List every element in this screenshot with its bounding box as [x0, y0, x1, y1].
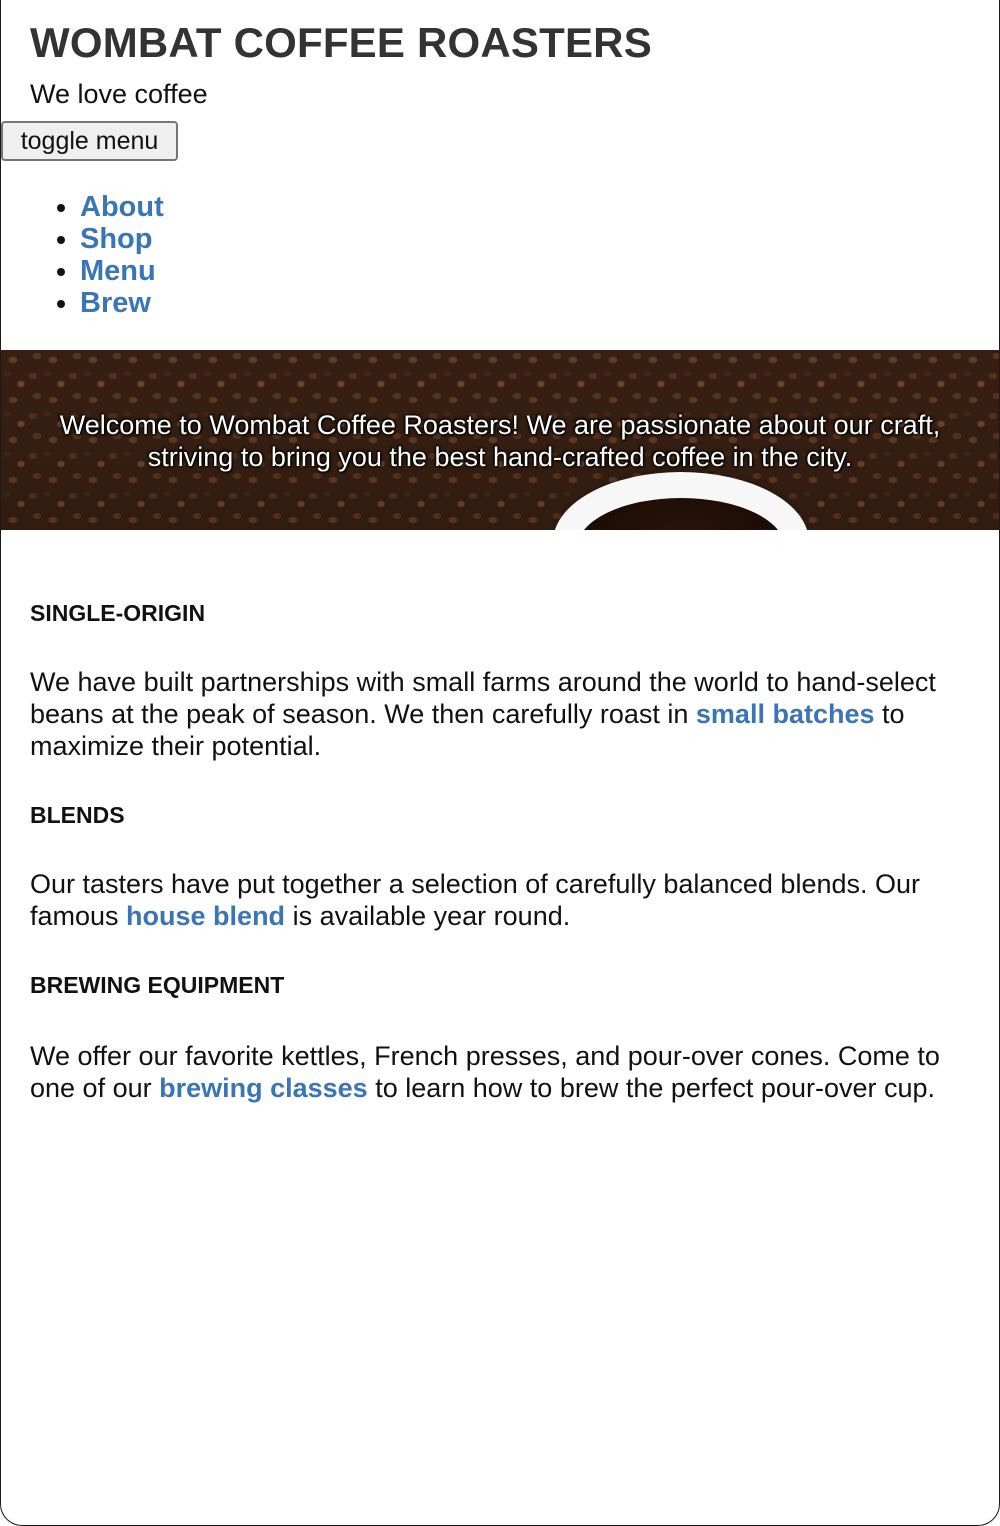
heading-single-origin: SINGLE-ORIGIN — [30, 600, 206, 626]
nav-item-menu: Menu — [80, 255, 164, 287]
main-nav: About Shop Menu Brew — [80, 191, 164, 319]
paragraph-text: to learn how to brew the perfect pour-ov… — [367, 1073, 936, 1103]
hero-welcome-text: Welcome to Wombat Coffee Roasters! We ar… — [59, 410, 941, 472]
nav-link-about[interactable]: About — [80, 191, 164, 223]
nav-link-brew[interactable]: Brew — [80, 287, 151, 319]
nav-item-brew: Brew — [80, 287, 164, 319]
heading-brewing-equipment: BREWING EQUIPMENT — [30, 972, 285, 998]
link-house-blend[interactable]: house blend — [126, 901, 285, 931]
nav-item-about: About — [80, 191, 164, 223]
paragraph-brewing-equipment: We offer our favorite kettles, French pr… — [30, 1040, 950, 1104]
site-title: WOMBAT COFFEE ROASTERS — [30, 19, 652, 66]
paragraph-blends: Our tasters have put together a selectio… — [30, 868, 950, 932]
nav-link-shop[interactable]: Shop — [80, 223, 153, 255]
toggle-menu-button[interactable]: toggle menu — [1, 121, 178, 161]
paragraph-single-origin: We have built partnerships with small fa… — [30, 666, 950, 762]
tagline: We love coffee — [30, 79, 208, 109]
nav-item-shop: Shop — [80, 223, 164, 255]
nav-link-menu[interactable]: Menu — [80, 255, 156, 287]
link-brewing-classes[interactable]: brewing classes — [159, 1073, 368, 1103]
heading-blends: BLENDS — [30, 802, 125, 828]
link-small-batches[interactable]: small batches — [696, 699, 875, 729]
paragraph-text: is available year round. — [285, 901, 571, 931]
